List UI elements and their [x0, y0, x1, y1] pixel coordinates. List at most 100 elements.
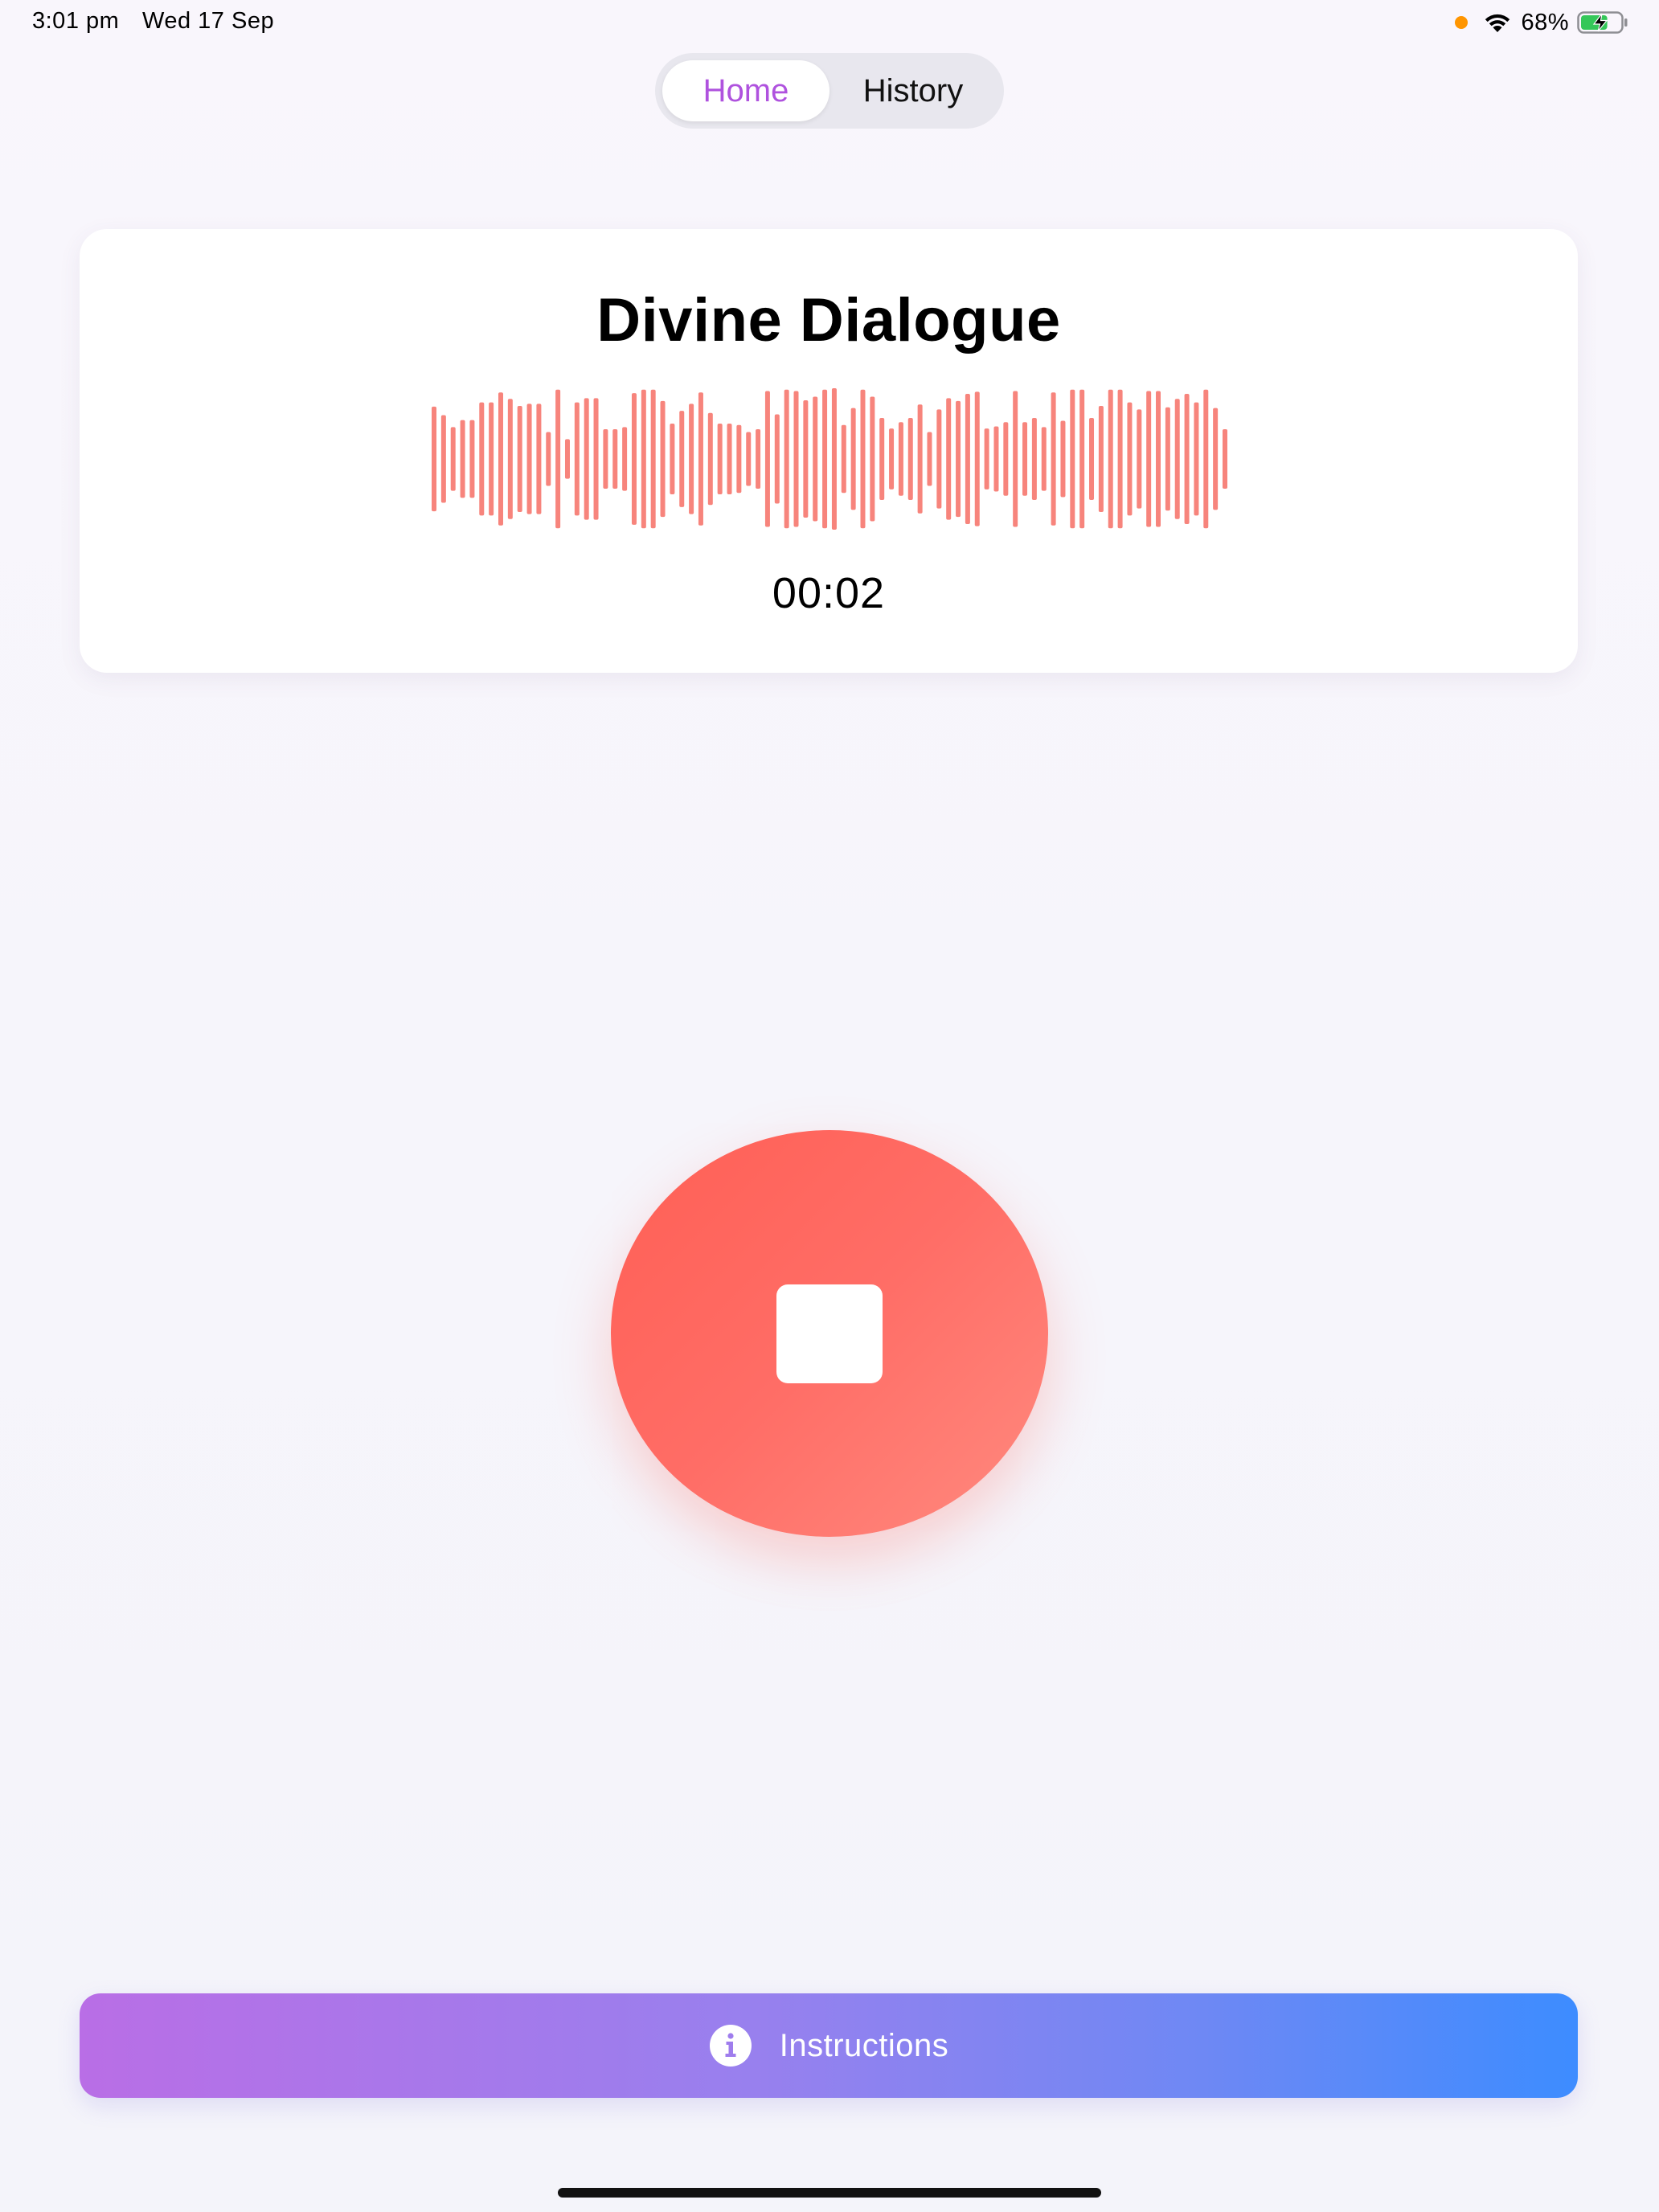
waveform-bar — [879, 417, 885, 501]
waveform-bar — [793, 391, 799, 527]
waveform-bar — [1070, 389, 1075, 529]
waveform-bar — [460, 420, 465, 498]
waveform-bar — [622, 427, 628, 491]
waveform-bar — [679, 411, 685, 507]
waveform-bar — [593, 398, 599, 520]
waveform-bar — [927, 432, 932, 486]
waveform-bar — [603, 429, 608, 489]
waveform-bar — [584, 398, 589, 520]
recording-timer: 00:02 — [772, 569, 886, 617]
waveform-bar — [774, 414, 780, 504]
waveform-bar — [641, 389, 646, 529]
waveform-bar — [1213, 408, 1219, 510]
waveform-bar — [803, 399, 809, 518]
waveform-bar — [984, 428, 989, 490]
info-icon — [709, 2024, 752, 2067]
waveform-bar — [507, 399, 513, 519]
instructions-label: Instructions — [779, 2027, 949, 2063]
waveform-bar — [650, 389, 656, 529]
stop-icon — [776, 1284, 883, 1383]
battery-charging-icon — [1577, 10, 1628, 35]
waveform-bar — [1098, 406, 1104, 512]
waveform-bar — [764, 391, 770, 527]
waveform-bar — [841, 424, 846, 494]
waveform-bar — [784, 389, 789, 529]
tab-history[interactable]: History — [830, 60, 997, 121]
waveform-bar — [946, 398, 952, 520]
tab-home[interactable]: Home — [662, 60, 830, 121]
waveform-bar — [993, 426, 999, 492]
waveform-bar — [1137, 409, 1142, 509]
waveform-bar — [546, 432, 551, 486]
waveform-bar — [526, 403, 532, 514]
waveform-bar — [574, 402, 580, 516]
recording-title: Divine Dialogue — [596, 286, 1061, 354]
waveform-bar — [1041, 427, 1047, 491]
waveform-bar — [631, 393, 637, 525]
waveform-bar — [1108, 389, 1113, 529]
waveform-bar — [822, 389, 828, 529]
waveform-bar — [1223, 429, 1227, 489]
waveform-bar — [536, 403, 542, 514]
waveform-bar — [974, 391, 980, 526]
waveform-bar — [612, 429, 618, 489]
waveform-bar — [727, 424, 732, 494]
recording-card: Divine Dialogue 00:02 — [80, 229, 1578, 673]
waveform-bar — [860, 389, 866, 529]
waveform-bar — [889, 428, 895, 490]
waveform-bar — [956, 400, 961, 518]
waveform-bar — [831, 388, 837, 530]
status-indicators: 68% — [1455, 6, 1628, 39]
waveform-bar — [469, 420, 475, 498]
waveform-bar — [564, 439, 570, 479]
status-time: 3:01 pm — [32, 8, 120, 34]
waveform-bar — [1174, 399, 1180, 519]
waveform-bar — [1060, 420, 1066, 498]
battery-percentage: 68% — [1521, 9, 1569, 35]
waveform-bar — [1194, 402, 1199, 516]
stop-recording-button[interactable] — [611, 1130, 1048, 1537]
waveform-bar — [1165, 407, 1170, 511]
waveform-bar — [746, 432, 752, 486]
waveform-bar — [1184, 394, 1190, 524]
waveform-bar — [1003, 422, 1009, 496]
audio-waveform — [432, 388, 1227, 530]
waveform-bar — [432, 406, 436, 512]
wifi-icon — [1482, 10, 1513, 35]
waveform-bar — [517, 406, 522, 512]
waveform-bar — [717, 424, 723, 494]
microphone-in-use-dot — [1455, 16, 1469, 29]
waveform-bar — [1156, 391, 1161, 527]
waveform-bar — [498, 392, 503, 526]
waveform-bar — [736, 424, 742, 494]
waveform-bar — [707, 412, 713, 506]
waveform-bar — [936, 409, 942, 509]
home-history-tabs: Home History — [655, 53, 1004, 129]
waveform-bar — [670, 424, 675, 494]
waveform-bar — [1146, 391, 1152, 527]
waveform-bar — [1203, 389, 1209, 529]
waveform-bar — [1089, 417, 1095, 501]
waveform-bar — [1022, 422, 1028, 496]
waveform-bar — [440, 415, 446, 503]
waveform-bar — [1127, 402, 1133, 516]
waveform-bar — [555, 389, 561, 529]
waveform-bar — [756, 429, 761, 489]
waveform-bar — [479, 402, 485, 516]
status-date: Wed 17 Sep — [142, 8, 275, 34]
waveform-bar — [660, 400, 666, 518]
waveform-bar — [870, 396, 875, 522]
waveform-bar — [907, 417, 913, 501]
waveform-bar — [813, 396, 818, 522]
waveform-bar — [1117, 389, 1123, 529]
waveform-bar — [1051, 392, 1056, 526]
instructions-button[interactable]: Instructions — [80, 1993, 1578, 2098]
waveform-bar — [450, 427, 456, 491]
waveform-bar — [689, 403, 694, 514]
waveform-bar — [1031, 417, 1037, 501]
waveform-bar — [698, 392, 703, 526]
waveform-bar — [898, 422, 903, 496]
waveform-bar — [1079, 389, 1085, 529]
waveform-bar — [850, 408, 856, 510]
waveform-bar — [1013, 391, 1018, 527]
